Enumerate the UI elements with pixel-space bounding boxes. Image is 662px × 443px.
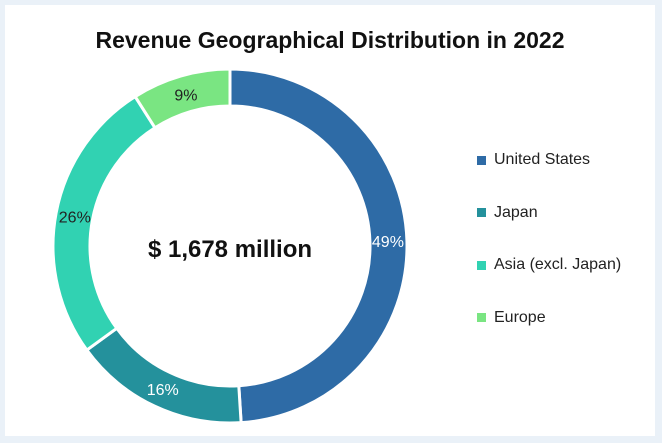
legend-item-japan: Japan [477, 200, 655, 226]
legend-label: United States [494, 151, 591, 168]
slice-japan [84, 326, 243, 425]
legend-item-united-states: United States [477, 147, 655, 173]
slice-label-japan: 16% [147, 382, 179, 399]
slice-label-asia-excl-japan: 26% [59, 209, 91, 226]
legend-swatch [477, 208, 486, 217]
legend-label: Europe [494, 308, 546, 326]
legend-label: Japan [494, 203, 538, 221]
legend-item-europe: Europe [477, 305, 655, 331]
legend-label: Asia (excl. Japan) [494, 256, 622, 273]
chart-container: Revenue Geographical Distribution in 202… [5, 5, 655, 436]
slice-label-united-states: 49% [372, 234, 404, 251]
legend-item-asia-excl-japan: Asia (excl. Japan) [477, 252, 655, 278]
legend-swatch [477, 313, 486, 322]
legend-swatch [477, 155, 486, 165]
legend-swatch [477, 260, 486, 270]
center-total-label: $ 1,678 million [148, 236, 312, 263]
legend: United States Japan Asia (excl. Japan) Euro… [477, 147, 655, 357]
slice-label-europe: 9% [174, 87, 197, 104]
